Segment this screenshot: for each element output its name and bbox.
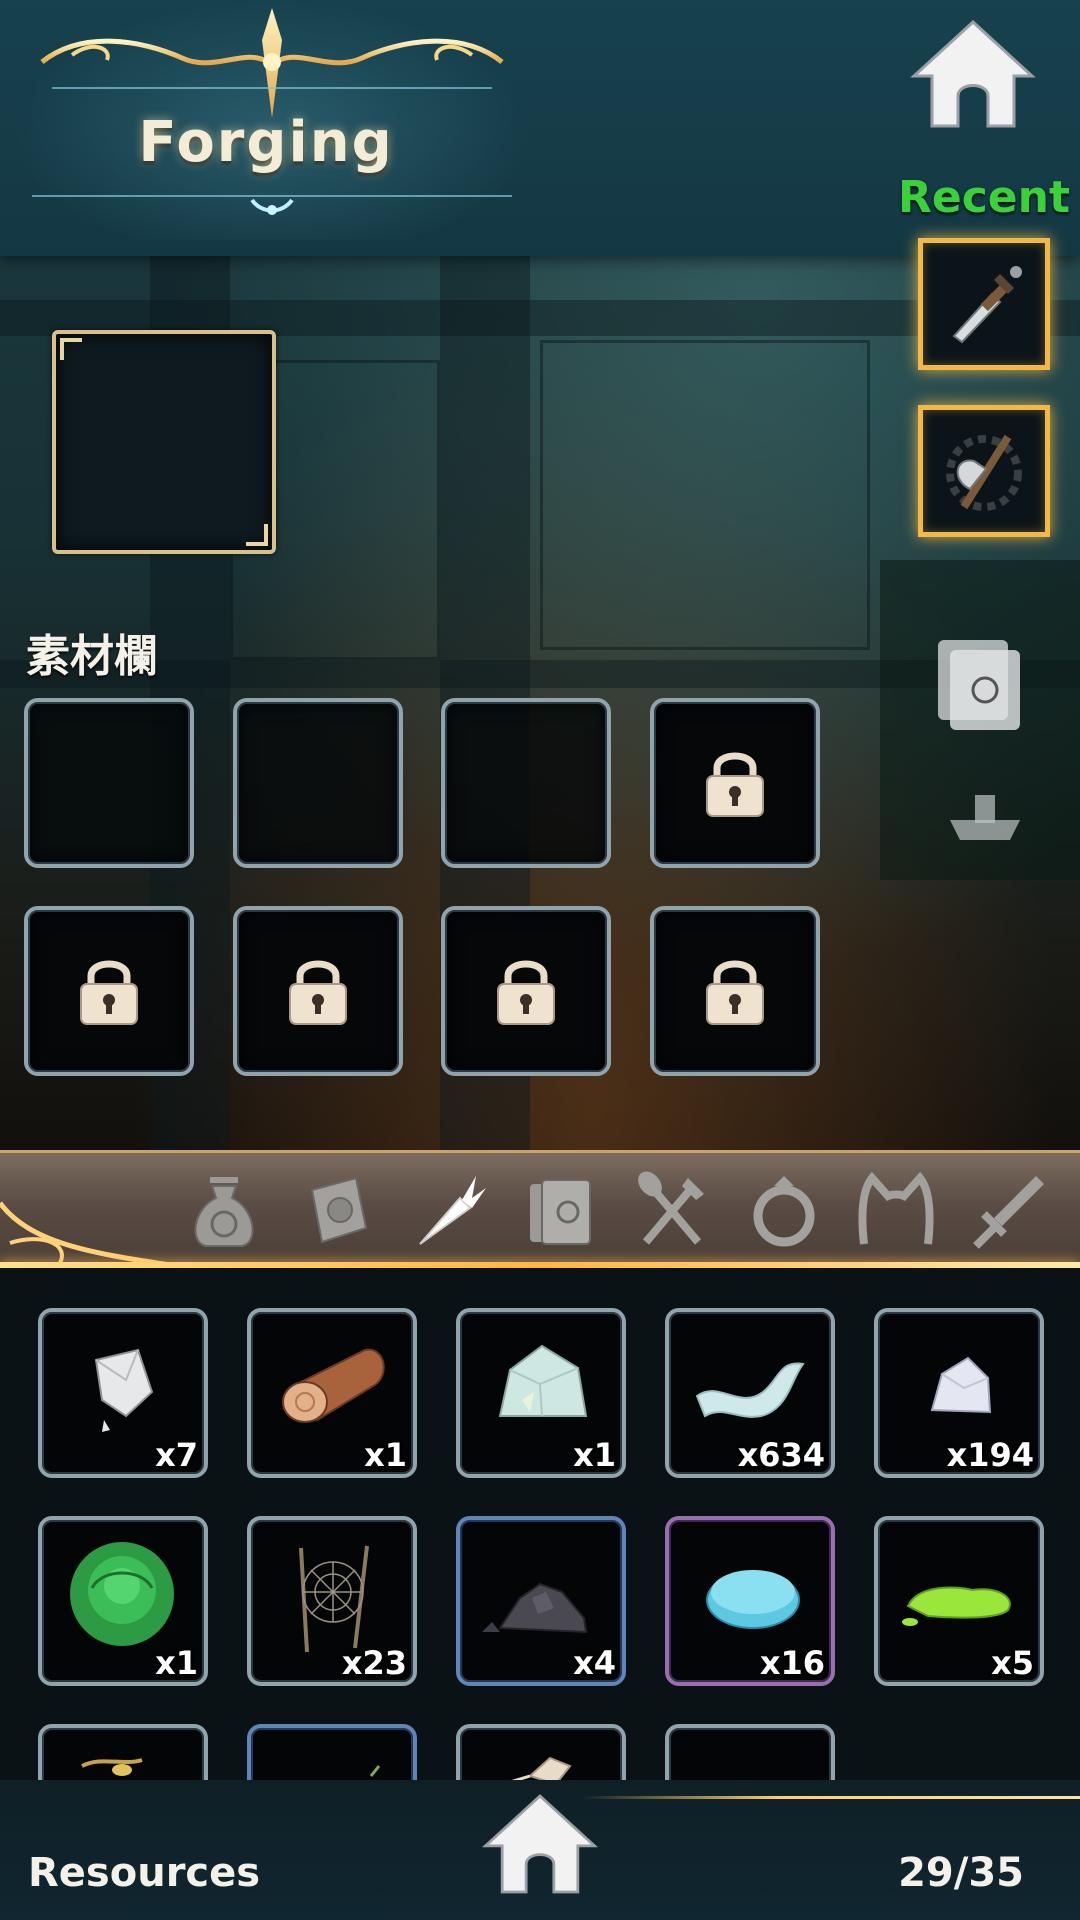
partial-item-icon (369, 1765, 381, 1777)
material-slot[interactable] (233, 698, 403, 868)
recent-item-axe[interactable] (918, 405, 1050, 537)
resources-label: Resources (28, 1850, 261, 1896)
item-count: x1 (573, 1436, 616, 1474)
inventory-item-spider-web[interactable]: x23 (247, 1516, 417, 1686)
item-count: x23 (341, 1644, 407, 1682)
crystal-ore-icon (498, 1344, 588, 1417)
item-count: x194 (946, 1436, 1034, 1474)
spider-web-icon (299, 1545, 369, 1653)
slime-gel-icon (706, 1570, 800, 1629)
inventory-item-green-rose[interactable]: x1 (38, 1516, 208, 1686)
cat-ears-icon (858, 1171, 934, 1245)
side-decoration-icon (938, 640, 1020, 840)
cloth-ribbon-icon (695, 1362, 805, 1418)
inventory-item-wood-log[interactable]: x1 (247, 1308, 417, 1478)
inventory-item[interactable] (247, 1724, 417, 1780)
inventory-item-crystal-ore[interactable]: x1 (456, 1308, 626, 1478)
category-tab-headwear[interactable] (854, 1168, 938, 1252)
locked-material-slot (650, 698, 820, 868)
footer-divider (580, 1796, 1080, 1799)
forge-target-slot[interactable] (52, 330, 276, 554)
category-tab-utensils[interactable] (630, 1168, 714, 1252)
inventory-item-green-slime[interactable]: x5 (874, 1516, 1044, 1686)
recent-label: Recent (898, 172, 1071, 223)
item-count: x4 (573, 1644, 616, 1682)
category-tab-weapons[interactable] (966, 1168, 1050, 1252)
padlock-icon (706, 960, 764, 1025)
partial-item-icon (511, 1756, 572, 1780)
inventory-capacity: 29/35 (898, 1850, 1024, 1896)
green-rose-icon (70, 1542, 174, 1646)
locked-material-slot (441, 906, 611, 1076)
inventory-item-quartz[interactable]: x7 (38, 1308, 208, 1478)
item-count: x7 (155, 1436, 198, 1474)
inventory-item-slime-gel[interactable]: x16 (665, 1516, 835, 1686)
locked-material-slot (233, 906, 403, 1076)
home-icon (481, 1794, 599, 1894)
home-button-bottom[interactable] (480, 1792, 600, 1896)
material-slot[interactable] (441, 698, 611, 868)
item-count: x1 (155, 1644, 198, 1682)
padlock-icon (706, 752, 764, 817)
ring-icon (753, 1176, 815, 1247)
quartz-crystal-icon (94, 1348, 154, 1432)
inventory-item-coal[interactable]: x4 (456, 1516, 626, 1686)
category-tab-ring[interactable] (742, 1168, 826, 1252)
wood-log-icon (282, 1348, 385, 1423)
scroll-icon (310, 1176, 368, 1244)
item-count: x1 (364, 1436, 407, 1474)
partial-item-icon (81, 1758, 143, 1776)
inventory-item-silver-ore[interactable]: x194 (874, 1308, 1044, 1478)
header-bar: Forging Recent (0, 0, 1080, 256)
inventory-item[interactable] (456, 1724, 626, 1780)
item-count: x5 (991, 1644, 1034, 1682)
category-tab-books[interactable] (518, 1168, 602, 1252)
category-tab-pouch[interactable] (182, 1168, 266, 1252)
inventory-grid: x7 x1 x1 x634 x194 x1 x23 x4 x16 x5 (0, 1268, 1080, 1780)
dagger-icon (952, 266, 1022, 344)
axe-icon (946, 434, 1022, 511)
padlock-icon (497, 960, 555, 1025)
page-title: Forging (138, 110, 394, 175)
padlock-icon (289, 960, 347, 1025)
inventory-item[interactable] (665, 1724, 835, 1780)
category-tab-ingredients[interactable] (406, 1168, 490, 1252)
footer-bar: Resources 29/35 (0, 1780, 1080, 1920)
category-tab-scroll[interactable] (294, 1168, 378, 1252)
recent-item-dagger[interactable] (918, 238, 1050, 370)
locked-material-slot (24, 906, 194, 1076)
coal-pile-icon (482, 1582, 588, 1634)
green-slime-icon (902, 1586, 1011, 1626)
carrot-icon (419, 1176, 486, 1245)
locked-material-slot (650, 906, 820, 1076)
pouch-icon (194, 1177, 254, 1247)
utensils-icon (638, 1171, 704, 1245)
sword-icon (973, 1176, 1044, 1249)
home-icon (910, 19, 1036, 128)
material-slot[interactable] (24, 698, 194, 868)
item-count: x16 (759, 1644, 825, 1682)
padlock-icon (80, 960, 138, 1025)
item-count: x634 (737, 1436, 825, 1474)
silver-ore-icon (930, 1356, 992, 1414)
flourish-icon (0, 1201, 171, 1268)
home-button[interactable] (908, 18, 1038, 130)
inventory-item-cloth[interactable]: x634 (665, 1308, 835, 1478)
inventory-item[interactable] (38, 1724, 208, 1780)
books-icon (530, 1179, 591, 1245)
materials-label: 素材欄 (26, 631, 158, 682)
